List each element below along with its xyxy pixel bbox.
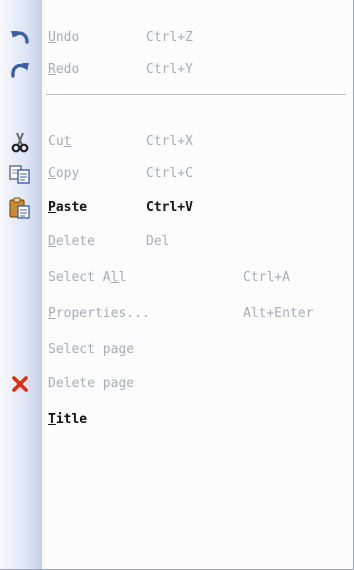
menu-item-copy[interactable]: Copy Ctrl+C: [0, 159, 354, 189]
menu-item-label: Delete page: [48, 376, 135, 391]
menu-item-label: Paste: [48, 200, 88, 215]
menu-item-delete[interactable]: Delete Del: [0, 227, 354, 257]
redo-arrow-icon: [8, 58, 32, 82]
menu-item-label: Delete: [48, 234, 95, 249]
menu-item-undo[interactable]: Undo Ctrl+Z: [0, 23, 354, 53]
menu-item-label: Title: [48, 412, 88, 427]
menu-item-paste[interactable]: Paste Ctrl+V: [0, 193, 354, 223]
shortcut-label: Ctrl+Z: [146, 30, 193, 45]
menu-item-delete-page[interactable]: Delete page: [0, 369, 354, 399]
menu-item-label: Properties...: [48, 306, 150, 321]
red-x-icon: [8, 372, 32, 396]
clipboard-paste-icon: [8, 196, 32, 220]
shortcut-label: Ctrl+C: [146, 166, 193, 181]
menu-item-label: Redo: [48, 62, 80, 77]
menu-item-select-all[interactable]: Select All Ctrl+A: [0, 263, 354, 293]
shortcut-label: Ctrl+A: [243, 270, 290, 285]
shortcut-label: Ctrl+X: [146, 134, 193, 149]
menu-item-label: Cut: [48, 134, 72, 149]
menu-item-label: Undo: [48, 30, 80, 45]
menu-item-cut[interactable]: Cut Ctrl+X: [0, 127, 354, 157]
menu-item-redo[interactable]: Redo Ctrl+Y: [0, 55, 354, 85]
menu-item-title[interactable]: Title: [0, 405, 354, 435]
shortcut-label: Ctrl+Y: [146, 62, 193, 77]
menu-item-select-page[interactable]: Select page: [0, 335, 354, 365]
menu-separator: [46, 94, 346, 95]
context-menu: Undo Ctrl+Z Redo Ctrl+Y Cut Ctrl+X Copy …: [0, 0, 354, 570]
menu-item-properties[interactable]: Properties... Alt+Enter: [0, 299, 354, 329]
shortcut-label: Del: [146, 234, 170, 249]
scissors-icon: [8, 130, 32, 154]
shortcut-label: Ctrl+V: [146, 200, 193, 215]
undo-arrow-icon: [8, 26, 32, 50]
menu-item-label: Select page: [48, 342, 135, 357]
copy-icon: [8, 162, 32, 186]
menu-item-label: Copy: [48, 166, 80, 181]
menu-item-label: Select All: [48, 270, 127, 285]
shortcut-label: Alt+Enter: [243, 306, 314, 321]
